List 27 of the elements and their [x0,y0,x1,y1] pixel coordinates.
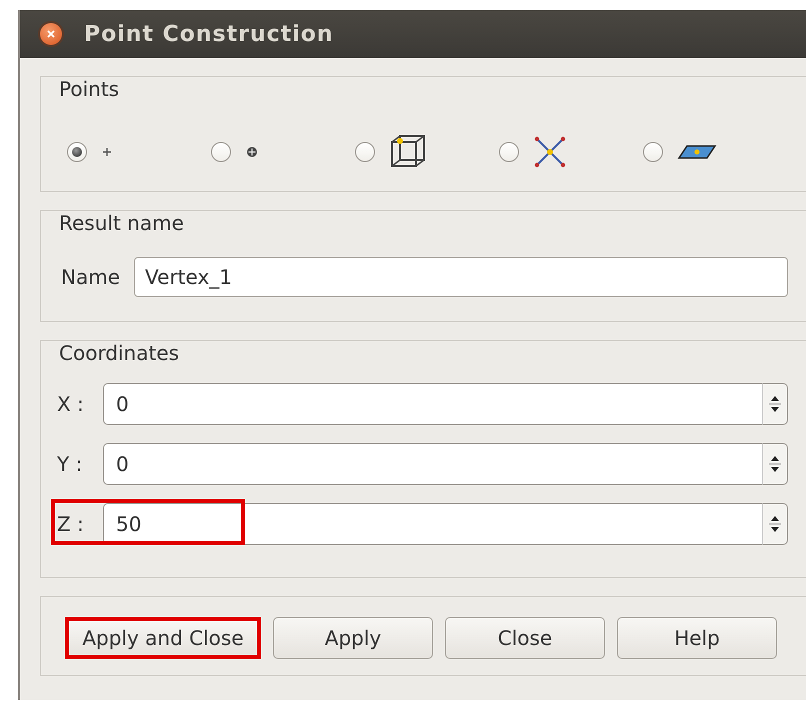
dialog-button[interactable]: Apply and Close [65,617,261,659]
field-label: Y : [57,452,84,476]
close-button[interactable] [40,23,62,45]
plus-icon [101,146,113,158]
crossing-lines-icon [533,135,567,169]
spin-arrows[interactable] [762,443,788,485]
window-title: Point Construction [84,22,334,46]
number-field[interactable]: 0 [103,443,762,485]
radio-button[interactable] [211,142,231,162]
name-field[interactable]: Vertex_1 [134,257,788,297]
spin-arrows[interactable] [762,383,788,425]
field-label: X : [57,392,85,416]
number-field[interactable]: 50 [103,503,762,545]
number-field[interactable]: 0 [103,383,762,425]
radio-button[interactable] [355,142,375,162]
field-label: Z : [57,512,85,536]
dialog-button[interactable]: Help [617,617,777,659]
radio-button[interactable] [67,142,87,162]
spin-arrows[interactable] [762,503,788,545]
close-icon [45,28,57,40]
radio-button[interactable] [499,142,519,162]
plane-icon [677,144,717,160]
field-label: Name [61,265,120,289]
circle-plus-icon [245,145,259,159]
dialog-button[interactable]: Close [445,617,605,659]
dialog-button[interactable]: Apply [273,617,433,659]
radio-button[interactable] [643,142,663,162]
